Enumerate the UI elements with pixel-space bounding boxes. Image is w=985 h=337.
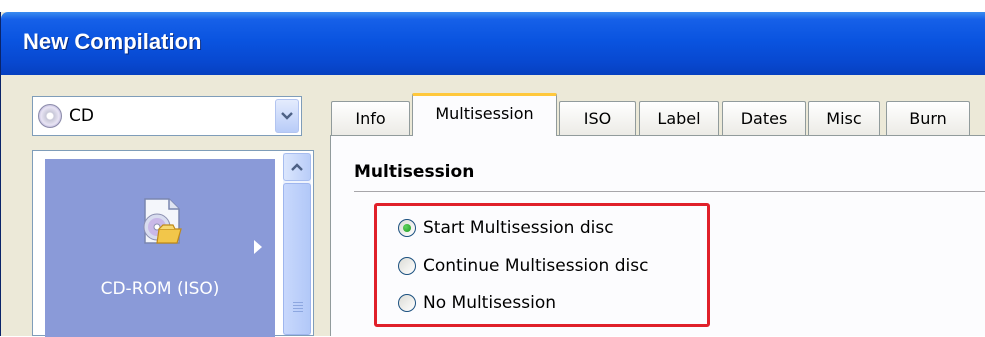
tab-misc[interactable]: Misc — [808, 101, 880, 135]
chevron-down-icon[interactable] — [275, 99, 299, 133]
compilation-type-list: CD-ROM (ISO) — [32, 150, 314, 337]
tab-label[interactable]: Label — [639, 101, 719, 135]
tab-burn[interactable]: Burn — [886, 101, 970, 135]
tab-dates[interactable]: Dates — [722, 101, 806, 135]
cd-icon — [38, 104, 62, 128]
highlight-annotation-box — [374, 203, 710, 327]
section-title: Multisession — [354, 162, 475, 182]
tab-info[interactable]: Info — [331, 101, 410, 135]
section-divider — [354, 191, 985, 192]
media-type-dropdown[interactable]: CD — [32, 96, 302, 136]
list-item-label: CD-ROM (ISO) — [100, 279, 220, 299]
media-type-value: CD — [69, 106, 94, 126]
play-arrow-icon — [253, 239, 263, 259]
tab-iso[interactable]: ISO — [559, 101, 636, 135]
scroll-thumb[interactable] — [283, 183, 311, 335]
list-scrollbar[interactable] — [283, 153, 311, 335]
scroll-up-button[interactable] — [283, 153, 311, 181]
list-item-cd-rom-iso[interactable]: CD-ROM (ISO) — [45, 159, 275, 337]
tab-multisession[interactable]: Multisession — [412, 93, 557, 136]
window-title: New Compilation — [23, 29, 202, 54]
cd-document-icon — [135, 195, 187, 251]
grip-icon — [293, 302, 303, 314]
title-bar[interactable]: New Compilation — [1, 12, 985, 75]
